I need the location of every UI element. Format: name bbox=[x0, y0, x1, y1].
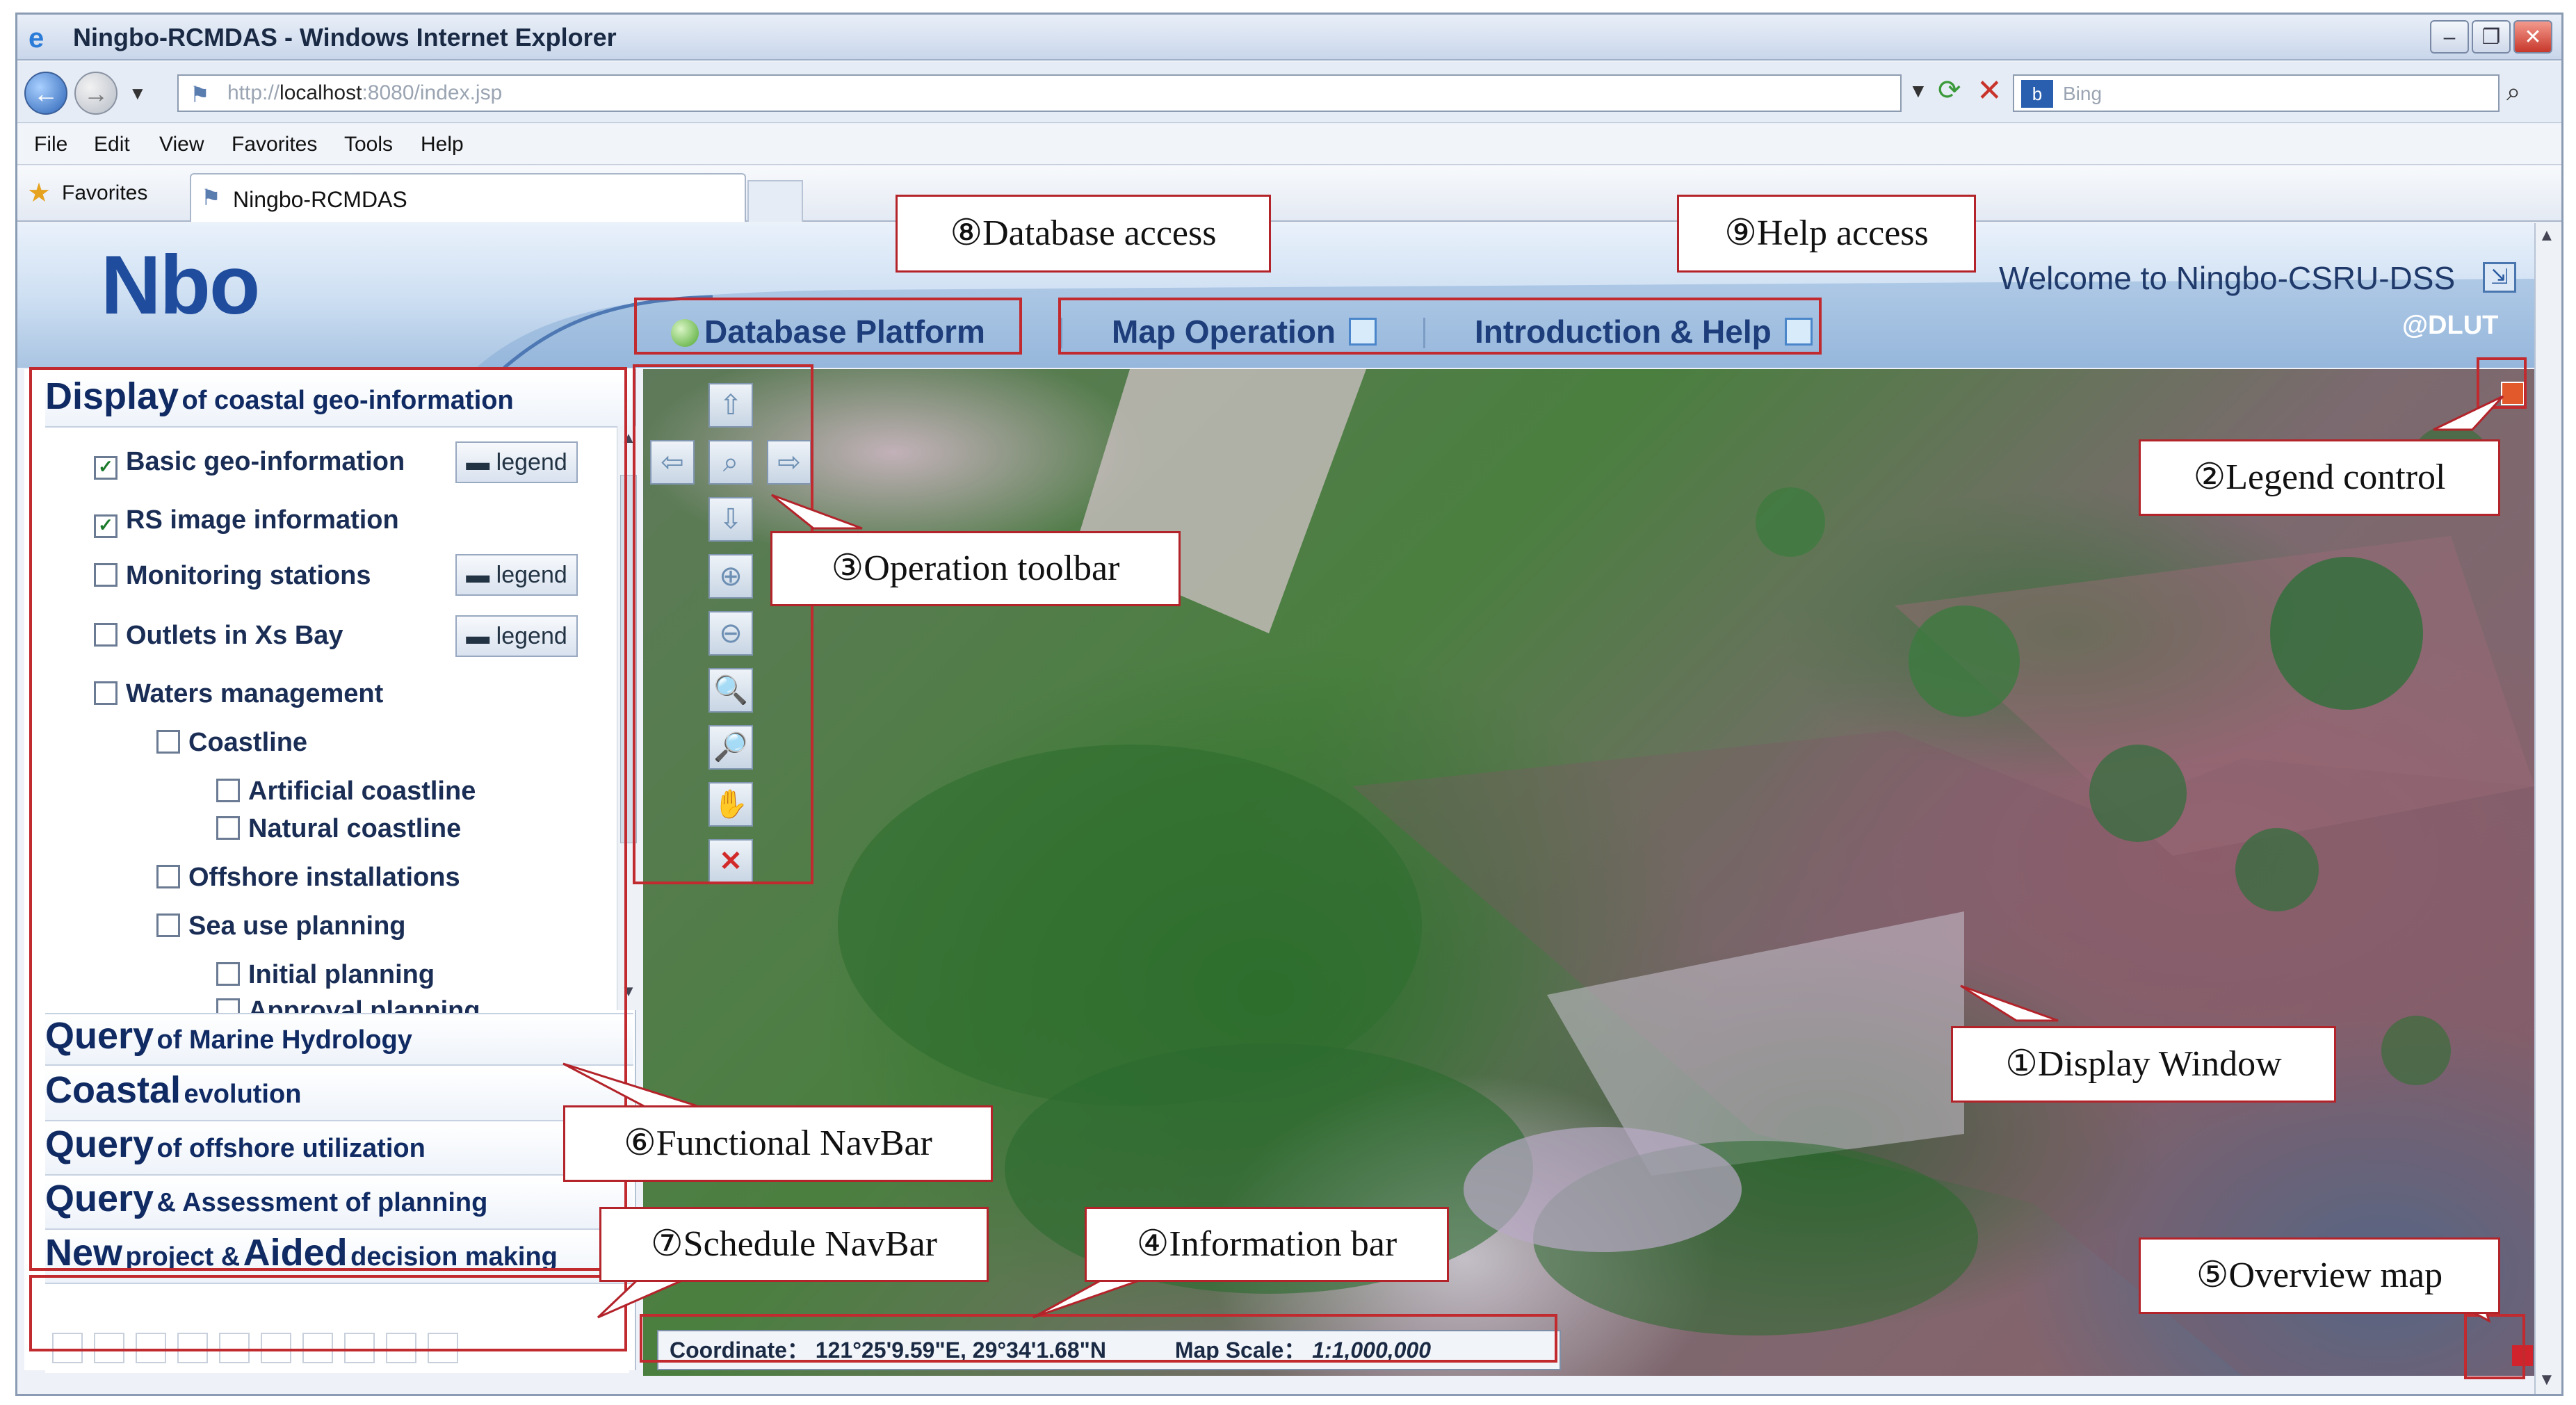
callout-overview-map: ⑤Overview map bbox=[2139, 1237, 2500, 1314]
callout-database-access: ⑧Database access bbox=[896, 195, 1271, 273]
pointer-information-bar bbox=[1032, 1276, 1148, 1319]
callout-legend-control: ②Legend control bbox=[2139, 439, 2500, 516]
callout-schedule-navbar: ⑦Schedule NavBar bbox=[599, 1207, 989, 1282]
pointer-schedule-navbar bbox=[597, 1276, 689, 1319]
pointer-operation-toolbar bbox=[771, 494, 863, 530]
callout-display-window: ①Display Window bbox=[1951, 1026, 2336, 1103]
callout-help-access: ⑨Help access bbox=[1677, 195, 1976, 273]
callout-operation-toolbar: ③Operation toolbar bbox=[770, 531, 1181, 606]
callout-pointers bbox=[562, 395, 2504, 1324]
pointer-legend-control bbox=[2433, 395, 2504, 431]
pointer-display-window bbox=[1960, 984, 2059, 1022]
callout-functional-navbar: ⑥Functional NavBar bbox=[563, 1105, 993, 1182]
callout-information-bar: ④Information bar bbox=[1085, 1207, 1449, 1282]
